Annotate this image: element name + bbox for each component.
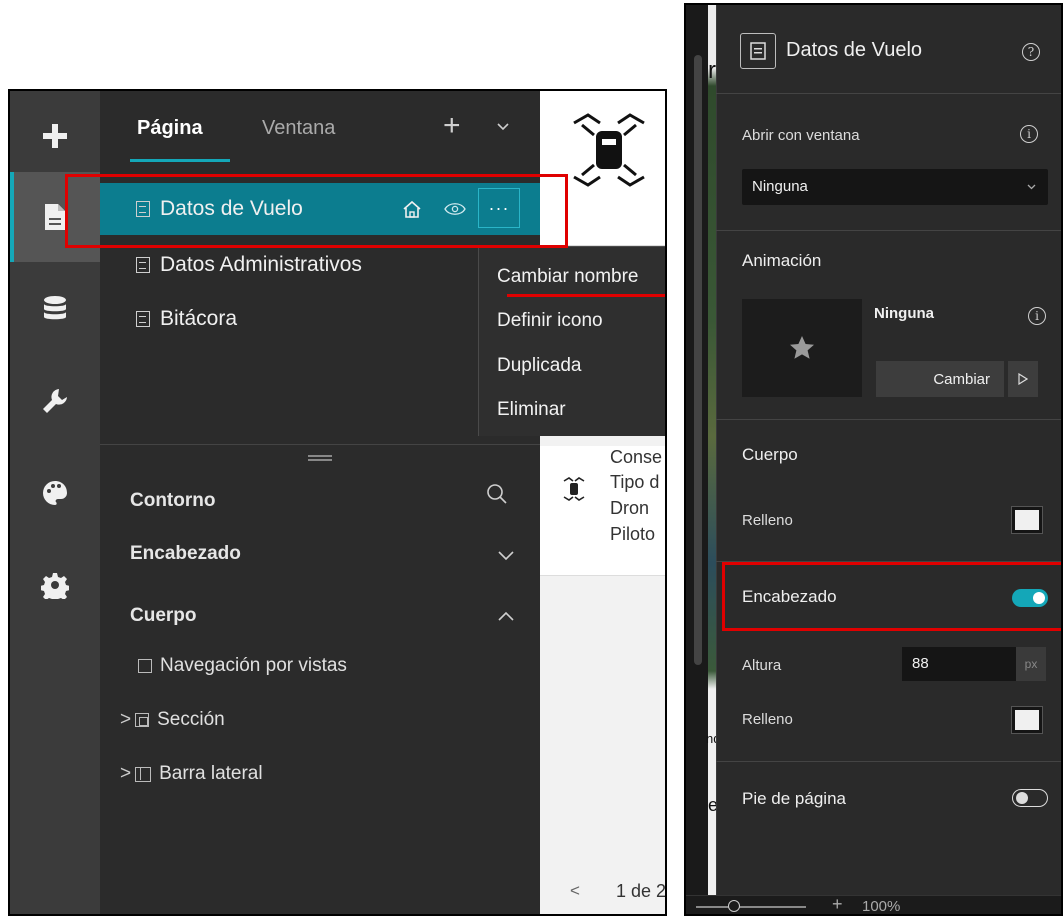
divider	[716, 761, 1061, 762]
menu-item-set-icon[interactable]: Definir icono	[497, 310, 603, 332]
sidebar-icon	[135, 766, 152, 782]
menu-item-delete[interactable]: Eliminar	[497, 399, 566, 421]
open-with-window-select[interactable]: Ninguna	[742, 169, 1048, 205]
tab-page-underline	[130, 159, 230, 162]
canvas-text-line: Tipo d	[610, 472, 660, 492]
page-context-menu: Cambiar nombre Definir icono Duplicada E…	[478, 246, 665, 436]
tab-page[interactable]: Página	[137, 117, 203, 140]
canvas-text-line: Conse	[610, 447, 663, 467]
footer-label: Pie de página	[742, 789, 846, 808]
outline-header[interactable]: Encabezado	[130, 543, 241, 565]
divider	[716, 93, 1061, 94]
chevron-down-icon[interactable]	[497, 123, 509, 131]
menu-item-rename[interactable]: Cambiar nombre	[497, 266, 639, 288]
outline-panel: Contorno Encabezado Cuerpo Navegación po…	[100, 444, 540, 914]
open-with-window-label: Abrir con ventana	[742, 127, 860, 144]
wrench-icon[interactable]	[10, 356, 100, 446]
outline-item-navegacion[interactable]: Navegación por vistas	[138, 655, 347, 677]
page-icon	[136, 257, 150, 273]
tab-window[interactable]: Ventana	[262, 117, 335, 140]
canvas-text-line: Piloto	[610, 524, 656, 544]
view-navigation-icon	[138, 659, 152, 673]
animation-preview	[742, 299, 862, 397]
outline-item-label: Navegación por vistas	[160, 655, 347, 676]
panel-resize-handle[interactable]	[308, 455, 332, 461]
page-item-bitacora[interactable]: Bitácora	[100, 293, 540, 345]
settings-title: Datos de Vuelo	[786, 39, 923, 61]
play-icon	[1018, 373, 1028, 385]
animation-label: Animación	[742, 251, 822, 270]
star-icon	[790, 336, 814, 359]
height-unit-label: px	[1024, 657, 1038, 671]
body-fill-label: Relleno	[742, 512, 793, 529]
chevron-right-icon[interactable]: >	[120, 763, 131, 785]
help-icon[interactable]: ?	[1022, 43, 1040, 61]
map-edge-text: r	[708, 57, 716, 84]
chevron-right-icon[interactable]: >	[120, 709, 131, 731]
zoom-bar: + 100%	[686, 894, 1061, 914]
outline-item-barra-lateral[interactable]: > Barra lateral	[120, 763, 263, 785]
page-settings-panel: r nd e Datos de Vuelo ? Abrir con ventan…	[684, 3, 1063, 916]
height-unit: px	[1016, 647, 1046, 681]
chevron-down-icon	[1027, 184, 1036, 190]
height-label: Altura	[742, 657, 782, 674]
zoom-slider-knob[interactable]	[728, 900, 740, 912]
toggle-knob	[1016, 792, 1028, 804]
header-highlight-box	[722, 562, 1061, 631]
add-icon[interactable]	[10, 91, 100, 181]
height-input[interactable]: 88	[902, 647, 1016, 681]
divider	[716, 419, 1061, 420]
outline-body[interactable]: Cuerpo	[130, 605, 197, 627]
palette-icon[interactable]	[10, 448, 100, 538]
canvas-text-line: Dron	[610, 498, 650, 518]
page-icon	[136, 311, 150, 327]
animation-value: Ninguna	[874, 305, 934, 322]
chevron-down-icon[interactable]	[498, 551, 514, 561]
canvas-scroll-strip	[686, 5, 708, 914]
data-icon[interactable]	[10, 264, 100, 354]
play-animation-button[interactable]	[1008, 361, 1038, 397]
chevron-up-icon[interactable]	[498, 611, 514, 621]
outline-title: Contorno	[130, 490, 216, 511]
zoom-slider-track[interactable]	[696, 906, 806, 908]
drone-logo-icon	[573, 113, 645, 187]
body-fill-swatch[interactable]	[1011, 506, 1043, 534]
pages-panel: Página Ventana + Datos de Vuelo ··· Dato…	[100, 91, 540, 444]
drone-small-icon	[563, 477, 585, 501]
change-button-label: Cambiar	[933, 370, 990, 388]
highlight-box	[65, 174, 568, 248]
add-page-icon[interactable]: +	[443, 109, 461, 143]
builder-left-panel: Página Ventana + Datos de Vuelo ··· Dato…	[8, 89, 667, 916]
rename-underline	[507, 294, 665, 297]
search-icon[interactable]	[486, 483, 508, 505]
height-value: 88	[912, 655, 929, 672]
pager-text: 1 de 2	[616, 881, 667, 901]
body-label: Cuerpo	[742, 445, 798, 464]
header-fill-swatch[interactable]	[1011, 706, 1043, 734]
header-fill-label: Relleno	[742, 711, 793, 728]
footer-toggle[interactable]	[1012, 789, 1048, 807]
zoom-level[interactable]: 100%	[862, 898, 900, 914]
menu-item-duplicate[interactable]: Duplicada	[497, 355, 582, 377]
info-icon[interactable]: i	[1028, 307, 1046, 325]
open-with-window-value: Ninguna	[752, 178, 808, 195]
change-animation-button[interactable]: Cambiar	[876, 361, 1004, 397]
gear-icon[interactable]	[10, 540, 100, 630]
page-item-label: Datos Administrativos	[160, 253, 362, 276]
page-item-label: Bitácora	[160, 307, 238, 330]
section-icon	[135, 713, 150, 727]
outline-item-label: Barra lateral	[159, 763, 263, 784]
scrollbar-thumb[interactable]	[694, 55, 702, 665]
zoom-in-icon[interactable]: +	[832, 894, 843, 914]
info-icon[interactable]: i	[1020, 125, 1038, 143]
outline-item-seccion[interactable]: > Sección	[120, 709, 225, 731]
divider	[716, 230, 1061, 231]
page-doc-icon	[740, 33, 776, 69]
outline-item-label: Sección	[157, 709, 225, 730]
pager-prev-button[interactable]: <	[570, 881, 580, 901]
